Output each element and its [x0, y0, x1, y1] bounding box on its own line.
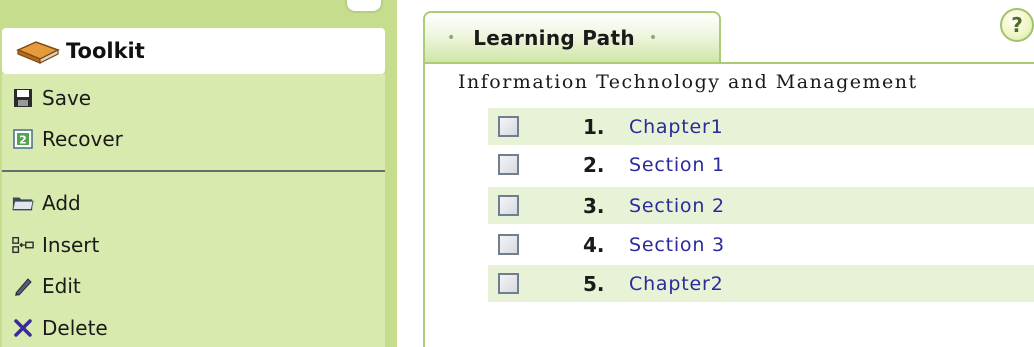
- path-row: 2. Section 1: [488, 146, 1034, 183]
- toolkit-title: Toolkit: [66, 39, 145, 63]
- row-number: 2.: [583, 152, 605, 177]
- course-title: Information Technology and Management: [458, 71, 918, 93]
- row-checkbox[interactable]: [498, 154, 519, 175]
- tab-learning-path[interactable]: • Learning Path •: [423, 11, 721, 63]
- insert-icon: [12, 234, 34, 256]
- book-icon: [16, 37, 60, 65]
- save-button[interactable]: Save: [12, 81, 91, 115]
- row-link[interactable]: Section 1: [629, 154, 725, 176]
- path-row: 3. Section 2: [488, 187, 1034, 224]
- row-checkbox[interactable]: [498, 234, 519, 255]
- row-link[interactable]: Section 3: [629, 234, 725, 256]
- row-checkbox[interactable]: [498, 195, 519, 216]
- row-number: 1.: [583, 114, 605, 139]
- floppy-disk-icon: [12, 87, 34, 109]
- help-button[interactable]: ?: [1000, 8, 1034, 42]
- path-row: 1. Chapter1: [488, 108, 1034, 145]
- insert-label: Insert: [42, 233, 100, 257]
- recover-label: Recover: [42, 127, 123, 151]
- help-icon: ?: [1011, 13, 1023, 37]
- delete-label: Delete: [42, 316, 108, 340]
- row-link[interactable]: Section 2: [629, 195, 725, 217]
- x-delete-icon: [12, 317, 34, 339]
- row-number: 4.: [583, 232, 605, 257]
- recover-icon: 2: [12, 128, 34, 150]
- row-link[interactable]: Chapter1: [629, 116, 723, 138]
- row-number: 3.: [583, 193, 605, 218]
- path-row: 5. Chapter2: [488, 265, 1034, 302]
- toolkit-header: Toolkit: [2, 28, 385, 74]
- svg-text:2: 2: [19, 134, 27, 147]
- pencil-icon: [12, 275, 34, 297]
- tab-dot-left-icon: •: [447, 30, 456, 46]
- toolkit-collapse-tab[interactable]: [345, 0, 383, 13]
- recover-button[interactable]: 2 Recover: [12, 122, 123, 156]
- row-checkbox[interactable]: [498, 273, 519, 294]
- learning-path-tab-title: Learning Path: [473, 26, 635, 50]
- path-row: 4. Section 3: [488, 226, 1034, 263]
- folder-icon: [12, 192, 34, 214]
- toolkit-divider: [2, 170, 385, 172]
- delete-button[interactable]: Delete: [12, 311, 108, 345]
- edit-label: Edit: [42, 274, 81, 298]
- save-label: Save: [42, 86, 92, 110]
- row-number: 5.: [583, 271, 605, 296]
- add-button[interactable]: Add: [12, 186, 81, 220]
- insert-button[interactable]: Insert: [12, 228, 99, 262]
- add-label: Add: [42, 191, 81, 215]
- row-link[interactable]: Chapter2: [629, 273, 723, 295]
- edit-button[interactable]: Edit: [12, 269, 81, 303]
- tab-dot-right-icon: •: [648, 30, 658, 46]
- row-checkbox[interactable]: [498, 116, 519, 137]
- learning-path-tabbar: • Learning Path •: [423, 11, 723, 63]
